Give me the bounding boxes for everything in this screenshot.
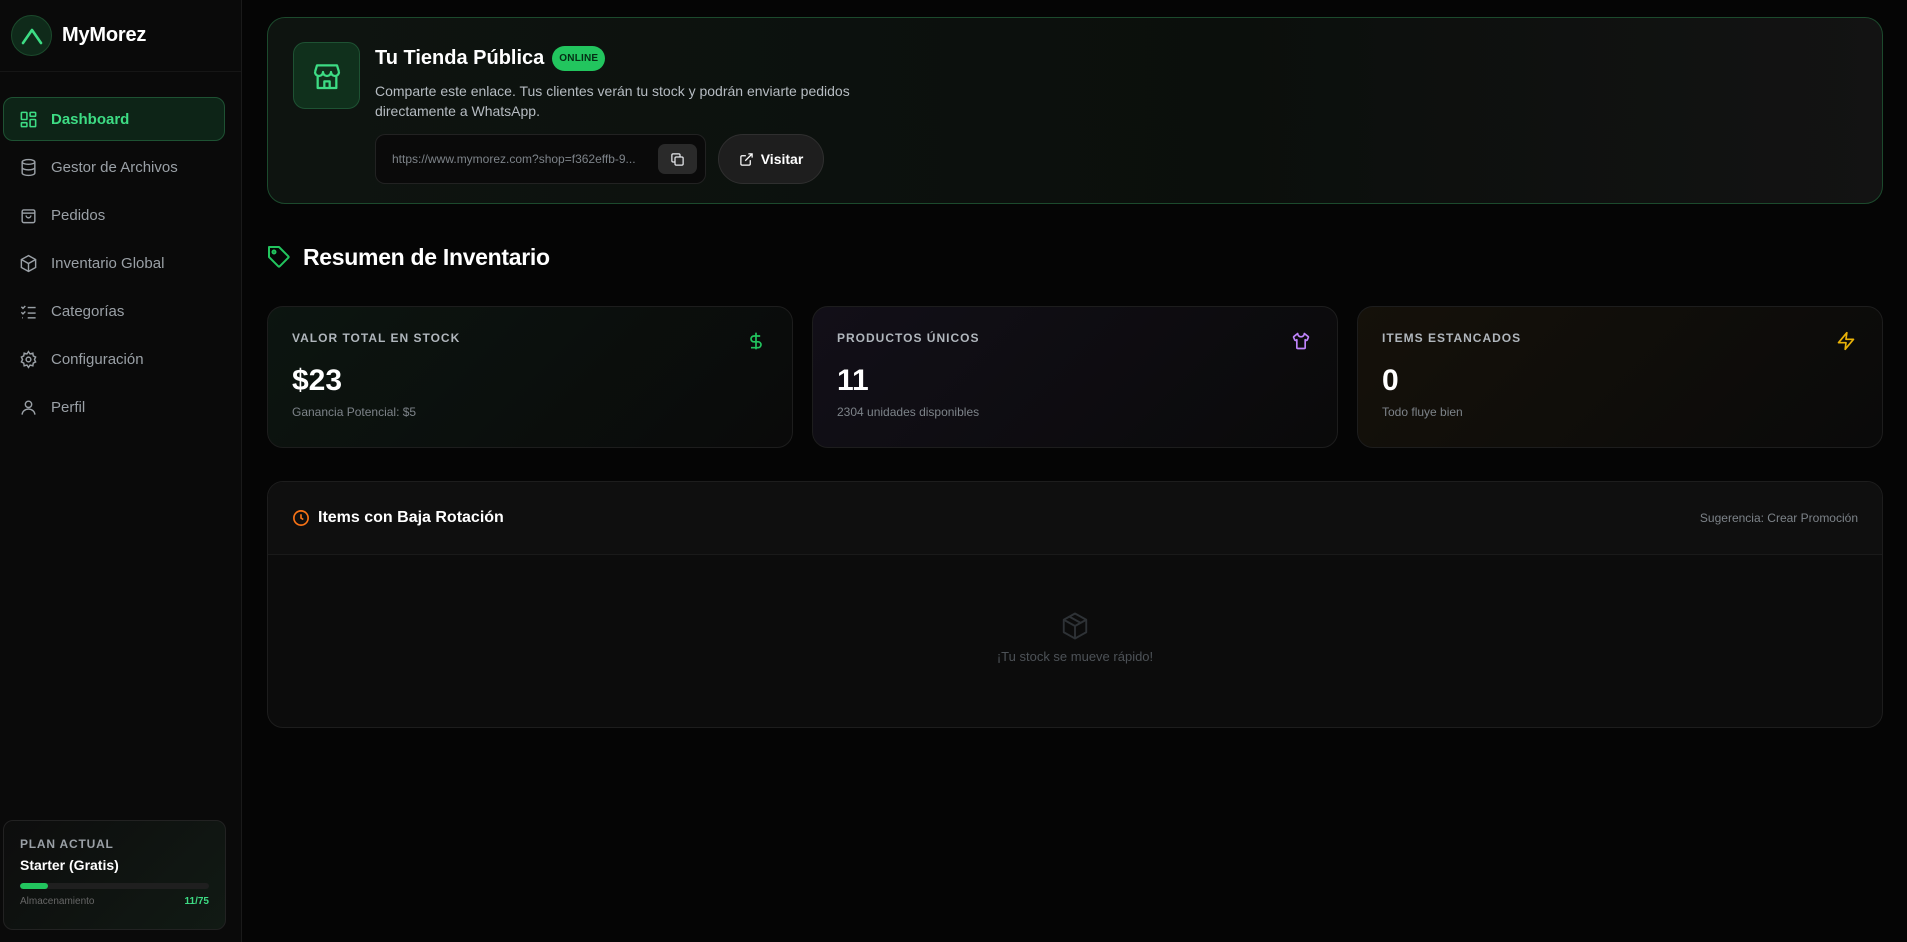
- public-store-card: Tu Tienda Pública ONLINE Comparte este e…: [267, 17, 1883, 204]
- user-icon: [18, 397, 38, 417]
- stat-value: 11: [837, 364, 869, 397]
- stat-value: 0: [1382, 364, 1399, 397]
- slow-rotation-panel: Items con Baja Rotación Sugerencia: Crea…: [267, 481, 1883, 728]
- suggestion-text[interactable]: Sugerencia: Crear Promoción: [1700, 511, 1858, 525]
- store-url-text: https://www.mymorez.com?shop=f362effb-9.…: [392, 152, 636, 166]
- copy-url-button[interactable]: [658, 144, 697, 174]
- dashboard-icon: [18, 109, 38, 129]
- store-url-field[interactable]: https://www.mymorez.com?shop=f362effb-9.…: [375, 134, 706, 184]
- main-content: Tu Tienda Pública ONLINE Comparte este e…: [267, 17, 1883, 728]
- stat-card-total-value: VALOR TOTAL EN STOCK $23 Ganancia Potenc…: [267, 306, 793, 448]
- stat-label: VALOR TOTAL EN STOCK: [292, 331, 461, 345]
- store-title-row: Tu Tienda Pública ONLINE: [375, 46, 875, 71]
- database-icon: [18, 157, 38, 177]
- stat-card-stagnant-items: ITEMS ESTANCADOS 0 Todo fluye bien: [1357, 306, 1883, 448]
- sidebar-item-gestor-archivos[interactable]: Gestor de Archivos: [3, 145, 225, 189]
- inventory-summary-header: Resumen de Inventario: [267, 242, 1883, 272]
- stat-card-unique-products: PRODUCTOS ÚNICOS 11 2304 unidades dispon…: [812, 306, 1338, 448]
- sidebar-item-label: Gestor de Archivos: [51, 158, 178, 176]
- stat-sub: Todo fluye bien: [1382, 405, 1463, 419]
- sidebar-item-label: Configuración: [51, 350, 144, 368]
- tag-icon: [267, 245, 291, 269]
- slow-rotation-title-text: Items con Baja Rotación: [318, 509, 504, 526]
- stat-value: $23: [292, 364, 343, 397]
- sidebar-nav: Dashboard Gestor de Archivos Pedidos Inv…: [0, 72, 241, 429]
- plan-name: Starter (Gratis): [20, 857, 119, 873]
- sidebar-item-label: Pedidos: [51, 206, 106, 224]
- stat-sub: Ganancia Potencial: $5: [292, 405, 417, 419]
- shopping-bag-icon: [18, 205, 38, 225]
- visit-label: Visitar: [760, 151, 804, 167]
- sidebar-item-configuracion[interactable]: Configuración: [3, 337, 225, 381]
- slow-rotation-title: Items con Baja Rotación: [292, 509, 504, 527]
- box-icon: [1060, 611, 1090, 641]
- copy-icon: [670, 152, 685, 167]
- sidebar-item-perfil[interactable]: Perfil: [3, 385, 225, 429]
- shirt-icon: [1291, 331, 1311, 351]
- store-title: Tu Tienda Pública: [375, 47, 545, 69]
- stat-label: ITEMS ESTANCADOS: [1382, 331, 1522, 345]
- sidebar-item-label: Categorías: [51, 302, 125, 320]
- summary-cards: VALOR TOTAL EN STOCK $23 Ganancia Potenc…: [267, 306, 1883, 448]
- sidebar-item-label: Perfil: [51, 398, 86, 416]
- list-checks-icon: [18, 301, 38, 321]
- plan-card: PLAN ACTUAL Starter (Gratis) Almacenamie…: [3, 820, 226, 930]
- store-url-row: https://www.mymorez.com?shop=f362effb-9.…: [375, 134, 875, 184]
- sidebar-item-label: Dashboard: [51, 110, 130, 128]
- sidebar-item-dashboard[interactable]: Dashboard: [3, 97, 225, 141]
- stat-sub: 2304 unidades disponibles: [837, 405, 980, 419]
- brand-logo-icon: [11, 15, 52, 56]
- sidebar-item-categorias[interactable]: Categorías: [3, 289, 225, 333]
- stat-label: PRODUCTOS ÚNICOS: [837, 331, 980, 345]
- store-icon: [293, 42, 360, 109]
- empty-state-text: ¡Tu stock se mueve rápido!: [996, 649, 1154, 664]
- storage-progress-bar: [20, 883, 209, 889]
- empty-state: ¡Tu stock se mueve rápido!: [268, 555, 1882, 664]
- storage-count: 11/75: [184, 896, 209, 907]
- brand-name: MyMorez: [62, 24, 147, 46]
- external-link-icon: [739, 152, 754, 167]
- gear-icon: [18, 349, 38, 369]
- dollar-icon: [746, 331, 766, 351]
- plan-label: PLAN ACTUAL: [20, 837, 114, 851]
- sidebar: MyMorez Dashboard Gestor de Archivos Ped…: [0, 0, 242, 942]
- clock-icon: [292, 509, 310, 527]
- box-icon: [18, 253, 38, 273]
- storage-footer: Almacenamiento 11/75: [20, 896, 209, 907]
- visit-store-button[interactable]: Visitar: [718, 134, 824, 184]
- sidebar-item-label: Inventario Global: [51, 254, 165, 272]
- storage-label: Almacenamiento: [20, 896, 95, 907]
- status-badge: ONLINE: [552, 46, 606, 71]
- sidebar-item-pedidos[interactable]: Pedidos: [3, 193, 225, 237]
- storage-progress-fill: [20, 883, 48, 889]
- store-description: Comparte este enlace. Tus clientes verán…: [375, 83, 850, 119]
- brand[interactable]: MyMorez: [0, 0, 241, 72]
- store-body: Tu Tienda Pública ONLINE Comparte este e…: [375, 46, 875, 184]
- slow-rotation-header: Items con Baja Rotación Sugerencia: Crea…: [268, 482, 1882, 555]
- bolt-icon: [1836, 331, 1856, 351]
- section-title: Resumen de Inventario: [303, 243, 550, 270]
- sidebar-item-inventario-global[interactable]: Inventario Global: [3, 241, 225, 285]
